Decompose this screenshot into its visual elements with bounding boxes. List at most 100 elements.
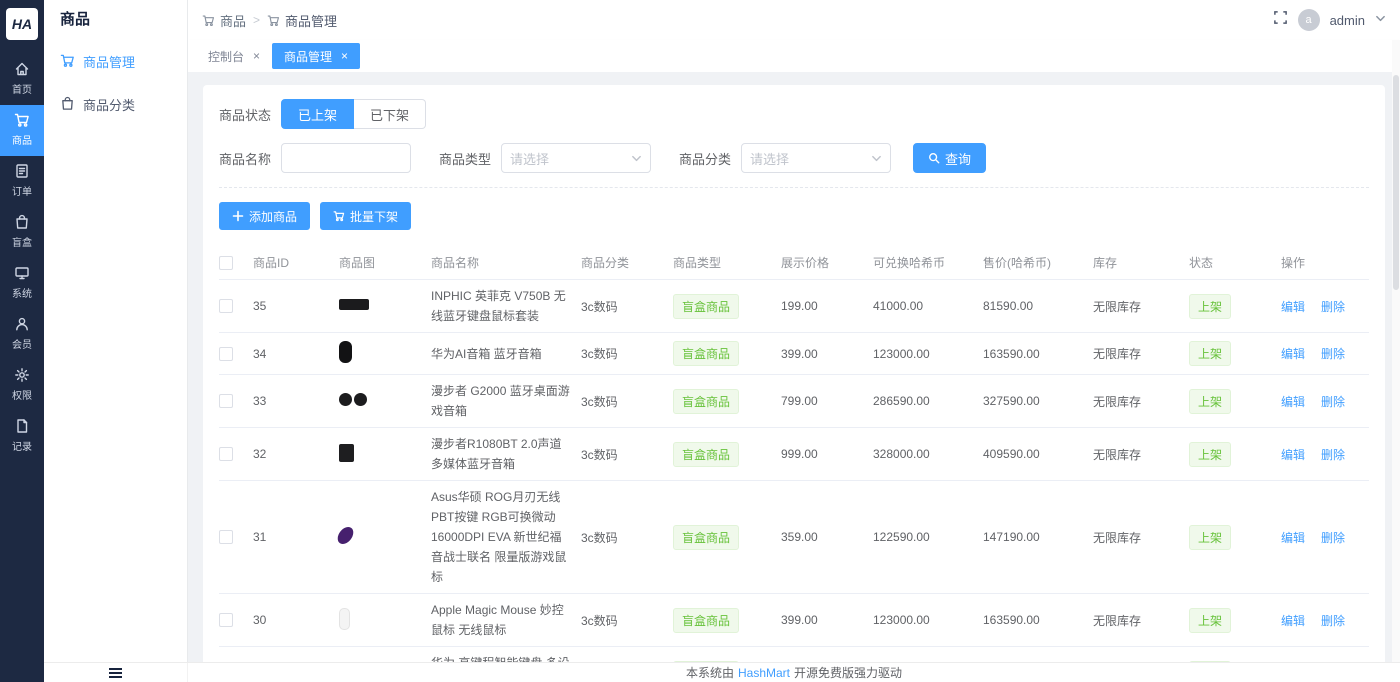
status-radio-group: 已上架 已下架 xyxy=(281,99,426,129)
row-checkbox[interactable] xyxy=(219,613,233,627)
plus-icon xyxy=(232,210,244,222)
product-id: 32 xyxy=(253,447,339,461)
hashmart-link[interactable]: HashMart xyxy=(738,666,790,680)
breadcrumb-item-products[interactable]: 商品 xyxy=(202,11,246,30)
tab-console[interactable]: 控制台 × xyxy=(196,43,272,69)
status-off-shelf-button[interactable]: 已下架 xyxy=(354,99,426,129)
filter-divider xyxy=(219,187,1369,188)
row-actions: 编辑 删除 xyxy=(1281,345,1377,362)
sidebar-item-permissions[interactable]: 权限 xyxy=(0,360,44,411)
edit-link[interactable]: 编辑 xyxy=(1281,612,1305,629)
username[interactable]: admin xyxy=(1330,13,1365,28)
edit-link[interactable]: 编辑 xyxy=(1281,393,1305,410)
delete-link[interactable]: 删除 xyxy=(1321,446,1345,463)
product-id: 33 xyxy=(253,394,339,408)
edit-link[interactable]: 编辑 xyxy=(1281,345,1305,362)
product-type-select[interactable]: 请选择 xyxy=(501,143,651,173)
product-table: 商品ID 商品图 商品名称 商品分类 商品类型 展示价格 可兑换哈希币 售价(哈… xyxy=(219,246,1369,682)
close-icon[interactable]: × xyxy=(341,50,348,62)
chevron-down-icon[interactable] xyxy=(1375,11,1386,29)
col-header-category: 商品分类 xyxy=(581,254,673,271)
row-actions: 编辑 删除 xyxy=(1281,612,1377,629)
batch-off-shelf-button[interactable]: 批量下架 xyxy=(320,202,411,230)
search-button[interactable]: 查询 xyxy=(913,143,986,173)
sidebar-item-home[interactable]: 首页 xyxy=(0,54,44,105)
submenu-item-product-manage[interactable]: 商品管理 xyxy=(44,40,187,83)
product-name: INPHIC 英菲克 V750B 无线蓝牙键盘鼠标套装 xyxy=(431,286,581,326)
select-all-checkbox[interactable] xyxy=(219,256,233,270)
product-category-select[interactable]: 请选择 xyxy=(741,143,891,173)
status-badge: 上架 xyxy=(1189,294,1231,319)
product-image xyxy=(339,608,431,633)
product-stock: 无限库存 xyxy=(1093,612,1189,629)
avatar[interactable]: a xyxy=(1298,9,1320,31)
product-image xyxy=(339,393,431,409)
footer-text: 本系统由 HashMart 开源免费版强力驱动 xyxy=(188,663,1400,682)
edit-link[interactable]: 编辑 xyxy=(1281,298,1305,315)
table-body: 35 INPHIC 英菲克 V750B 无线蓝牙键盘鼠标套装 3c数码 盲盒商品… xyxy=(219,280,1369,682)
collapse-sidebar-icon[interactable] xyxy=(109,668,122,678)
type-badge: 盲盒商品 xyxy=(673,294,739,319)
sidebar-item-products[interactable]: 商品 xyxy=(0,105,44,156)
breadcrumb-separator: > xyxy=(253,13,260,27)
row-checkbox[interactable] xyxy=(219,530,233,544)
product-status: 上架 xyxy=(1189,525,1281,550)
submenu-title: 商品 xyxy=(44,0,187,40)
delete-link[interactable]: 删除 xyxy=(1321,529,1345,546)
product-thumbnail xyxy=(339,299,369,310)
submenu-item-label: 商品分类 xyxy=(83,95,135,114)
product-category: 3c数码 xyxy=(581,529,673,546)
row-checkbox[interactable] xyxy=(219,447,233,461)
product-name-input[interactable] xyxy=(281,143,411,173)
fullscreen-icon[interactable] xyxy=(1273,10,1288,30)
table-row: 35 INPHIC 英菲克 V750B 无线蓝牙键盘鼠标套装 3c数码 盲盒商品… xyxy=(219,280,1369,333)
product-status: 上架 xyxy=(1189,442,1281,467)
table-actions: 添加商品 批量下架 xyxy=(219,202,1369,230)
product-image xyxy=(339,526,431,548)
product-category: 3c数码 xyxy=(581,345,673,362)
row-checkbox[interactable] xyxy=(219,347,233,361)
product-name: Apple Magic Mouse 妙控鼠标 无线鼠标 xyxy=(431,600,581,640)
product-price: 399.00 xyxy=(781,347,873,361)
sidebar-item-orders[interactable]: 订单 xyxy=(0,156,44,207)
product-sale: 327590.00 xyxy=(983,394,1093,408)
product-sale: 81590.00 xyxy=(983,299,1093,313)
breadcrumb-item-product-manage[interactable]: 商品管理 xyxy=(267,11,337,30)
delete-link[interactable]: 删除 xyxy=(1321,393,1345,410)
submenu-item-product-category[interactable]: 商品分类 xyxy=(44,83,187,126)
sidebar-item-records[interactable]: 记录 xyxy=(0,411,44,462)
product-name: 漫步者 G2000 蓝牙桌面游戏音箱 xyxy=(431,381,581,421)
sidebar-item-label: 首页 xyxy=(12,85,32,97)
delete-link[interactable]: 删除 xyxy=(1321,345,1345,362)
sidebar-item-label: 系统 xyxy=(12,289,32,301)
sidebar-item-label: 权限 xyxy=(12,391,32,403)
scrollbar-thumb[interactable] xyxy=(1393,75,1399,290)
category-filter-label: 商品分类 xyxy=(679,149,731,168)
sidebar-item-label: 订单 xyxy=(12,187,32,199)
sidebar-item-members[interactable]: 会员 xyxy=(0,309,44,360)
product-image xyxy=(339,444,431,465)
col-header-status: 状态 xyxy=(1189,254,1281,271)
table-row: 34 华为AI音箱 蓝牙音箱 3c数码 盲盒商品 399.00 123000.0… xyxy=(219,333,1369,375)
cart-icon xyxy=(60,53,75,71)
row-checkbox[interactable] xyxy=(219,394,233,408)
sidebar-item-system[interactable]: 系统 xyxy=(0,258,44,309)
col-header-sale: 售价(哈希币) xyxy=(983,254,1093,271)
product-id: 30 xyxy=(253,613,339,627)
product-category: 3c数码 xyxy=(581,393,673,410)
product-coin: 328000.00 xyxy=(873,447,983,461)
edit-link[interactable]: 编辑 xyxy=(1281,529,1305,546)
product-coin: 123000.00 xyxy=(873,347,983,361)
close-icon[interactable]: × xyxy=(253,50,260,62)
scrollbar-track[interactable] xyxy=(1392,40,1400,662)
delete-link[interactable]: 删除 xyxy=(1321,298,1345,315)
app-logo[interactable]: HA xyxy=(6,8,38,40)
tab-product-manage[interactable]: 商品管理 × xyxy=(272,43,360,69)
sidebar-item-blindbox[interactable]: 盲盒 xyxy=(0,207,44,258)
status-on-shelf-button[interactable]: 已上架 xyxy=(281,99,354,129)
delete-link[interactable]: 删除 xyxy=(1321,612,1345,629)
edit-link[interactable]: 编辑 xyxy=(1281,446,1305,463)
submenu-item-label: 商品管理 xyxy=(83,52,135,71)
row-checkbox[interactable] xyxy=(219,299,233,313)
add-product-button[interactable]: 添加商品 xyxy=(219,202,310,230)
